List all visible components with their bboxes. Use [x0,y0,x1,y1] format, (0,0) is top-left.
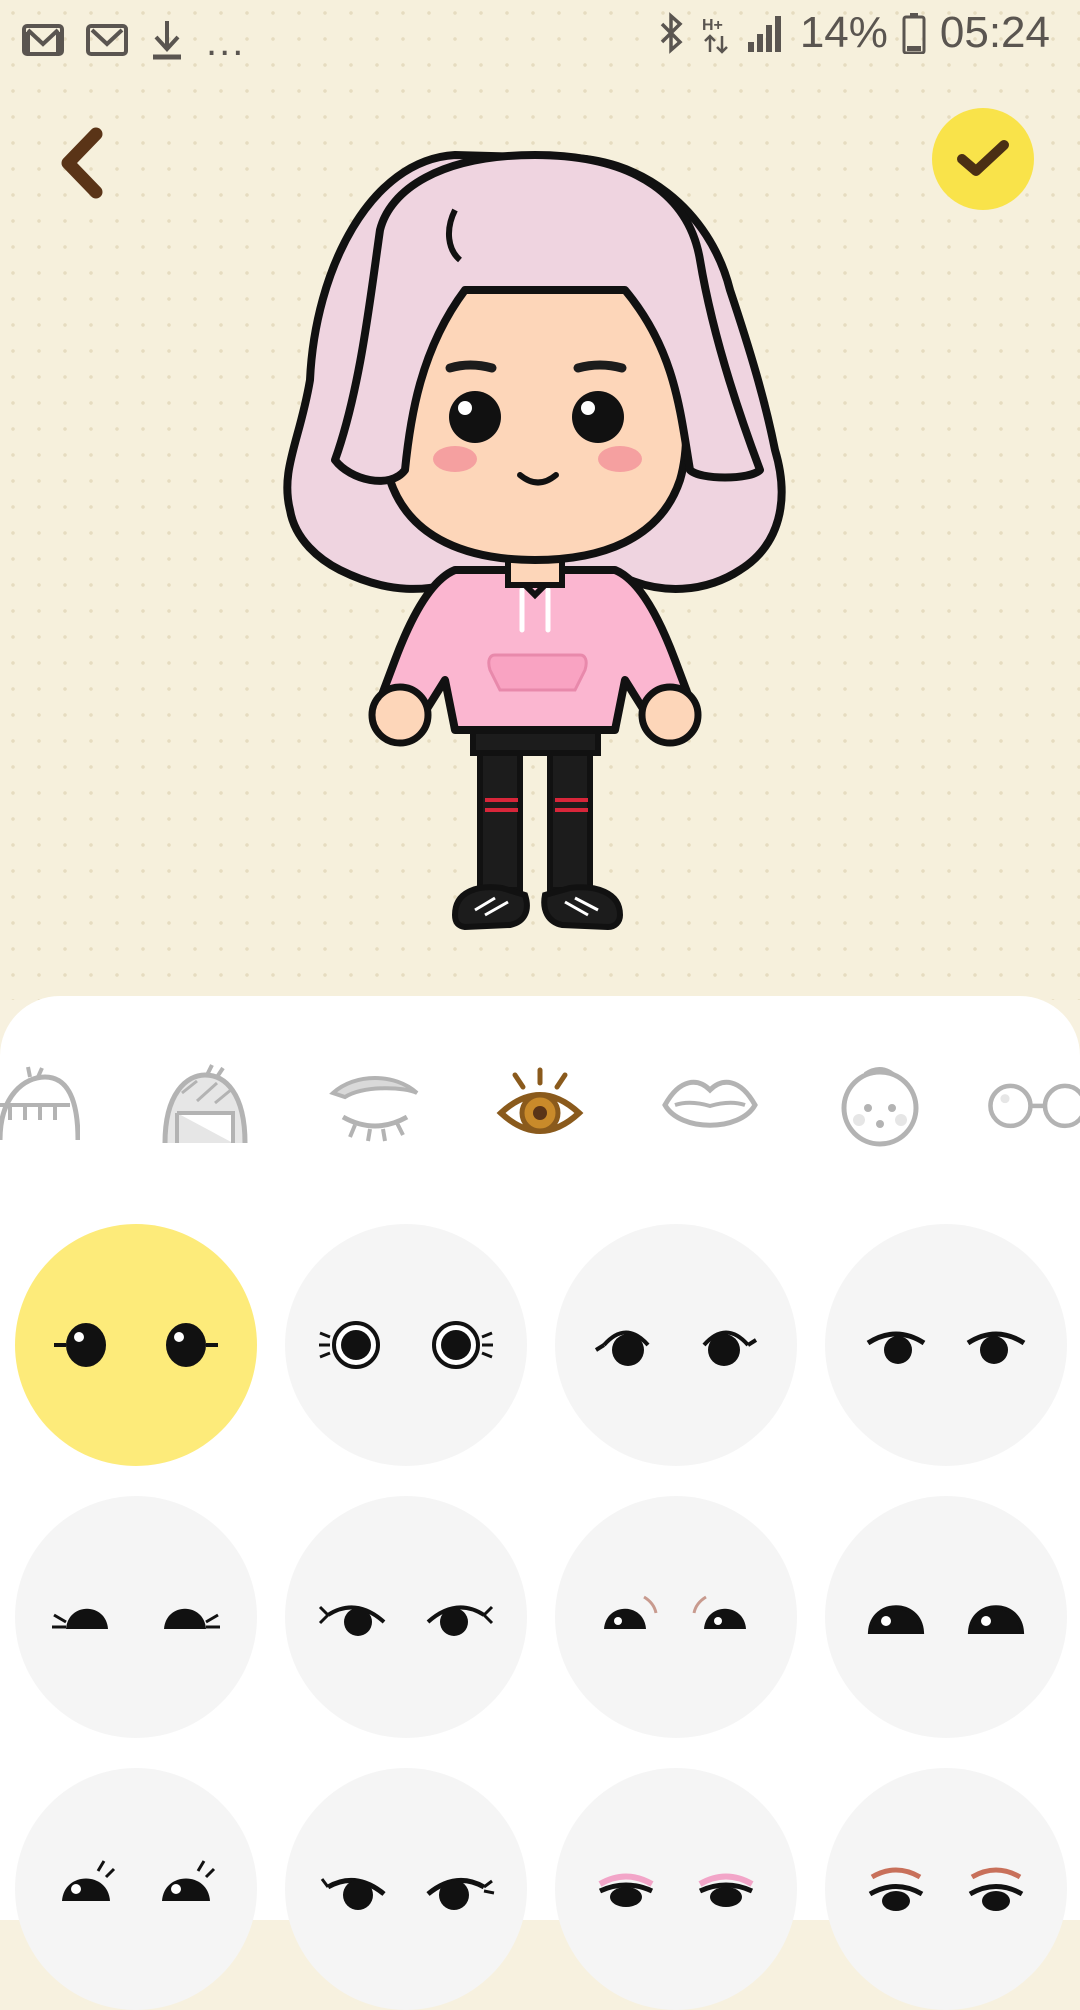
eye-icon [496,1067,584,1134]
chevron-left-icon [61,127,103,199]
eye-style-preview [594,1330,758,1366]
confirm-button[interactable] [932,108,1034,210]
tab-hair-back[interactable] [155,1060,255,1150]
eye-option-11[interactable] [555,1768,797,2010]
eye-option-5[interactable] [15,1496,257,1738]
eye-style-preview [598,1873,754,1907]
tab-hair-front[interactable] [0,1060,90,1150]
system-status: H+ 14% 05:24 [656,8,1050,58]
tab-eyebrows[interactable] [325,1060,425,1150]
tab-eyes[interactable] [495,1060,585,1150]
signal-icon [747,16,781,52]
eye-option-12[interactable] [825,1768,1067,2010]
svg-text:H+: H+ [702,17,723,34]
eye-option-9[interactable] [15,1768,257,2010]
eye-option-3[interactable] [555,1224,797,1466]
checkmark-icon [957,140,1009,176]
bluetooth-icon [660,12,683,54]
eye-option-2[interactable] [285,1224,527,1466]
hair-back-icon [162,1064,248,1144]
status-bar: ... H+ 14% 05:24 [0,0,1080,76]
eyebrows-icon [329,1076,419,1142]
glasses-icon [988,1083,1080,1129]
eye-style-preview [319,1321,493,1369]
back-button[interactable] [52,126,116,200]
eye-style-preview [868,1867,1024,1911]
tab-face[interactable] [830,1060,930,1150]
battery-icon [902,13,926,54]
eye-option-8[interactable] [825,1496,1067,1738]
eye-option-4[interactable] [825,1224,1067,1466]
eye-style-preview [52,1608,220,1629]
eye-style-preview [62,1860,216,1901]
eye-style-preview [320,1877,495,1910]
notification-area: ... [22,14,245,65]
eye-style-preview [604,1595,746,1629]
gmail-icon [22,23,64,56]
lips-icon [662,1079,758,1128]
avatar-preview [280,150,800,950]
gmail-icon [86,23,128,56]
hair-front-icon [0,1066,80,1141]
network-hplus-icon: H+ [702,17,728,54]
avatar-figure [283,151,786,931]
eye-style-preview [54,1323,218,1367]
eye-option-1[interactable] [15,1224,257,1466]
eye-style-preview [318,1605,494,1636]
more-notifications: ... [206,20,246,64]
battery-percent: 14% [799,8,888,57]
clock: 05:24 [939,8,1050,57]
eye-option-7[interactable] [555,1496,797,1738]
eye-option-10[interactable] [285,1768,527,2010]
eye-style-preview [867,1605,1025,1634]
eye-option-6[interactable] [285,1496,527,1738]
download-icon [153,20,181,59]
eye-style-preview [866,1331,1026,1364]
category-tabs [0,1060,1080,1150]
face-icon [841,1067,919,1147]
eye-options-grid [0,1224,1080,2010]
tab-mouth[interactable] [660,1060,760,1150]
tab-glasses[interactable] [985,1060,1080,1150]
